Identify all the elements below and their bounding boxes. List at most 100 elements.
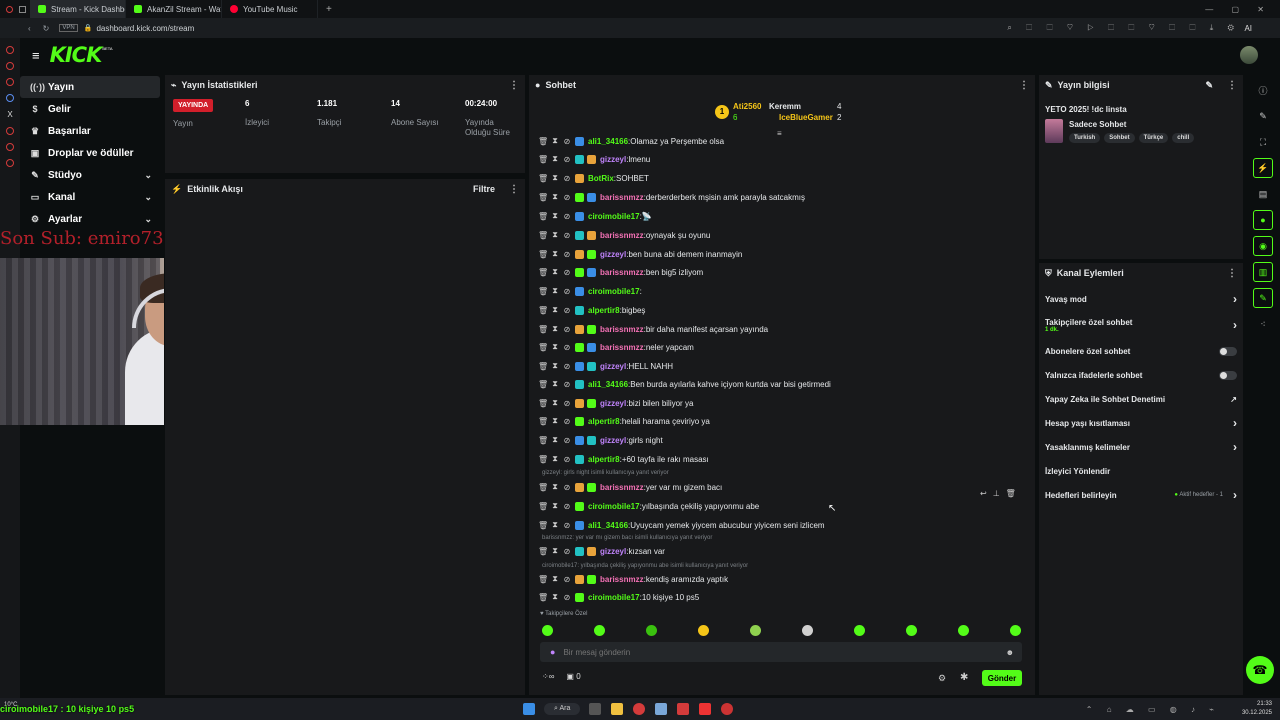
chat-input-box[interactable]: ● ☻ [540, 642, 1022, 662]
chat-message[interactable]: 🗑 ⧗ ⊘ barissnmzz: derberderberk mşisin amk … [536, 190, 805, 204]
chat-username[interactable]: gizzeyl [600, 362, 626, 371]
timeout-icon[interactable]: ⧗ [550, 435, 560, 445]
chevron-right-icon[interactable]: › [1233, 318, 1237, 332]
chat-message[interactable]: 🗑 ⧗ ⊘ ciroimobile17: 📡 [536, 209, 652, 223]
emote-icon[interactable] [802, 625, 813, 636]
filter-button[interactable]: Filtre [473, 184, 495, 194]
nav-item-gelir[interactable]: $ Gelir [20, 98, 160, 120]
sidebar-app-icon[interactable] [6, 46, 14, 54]
app-taskbar-icon[interactable] [721, 703, 734, 715]
share-icon[interactable]: ⁖ [1253, 314, 1273, 334]
chat-username[interactable]: gizzeyl [600, 436, 626, 445]
chat-username[interactable]: barissnmzz [600, 325, 644, 334]
chevron-right-icon[interactable]: › [1233, 292, 1237, 306]
timeout-icon[interactable]: ⧗ [550, 305, 560, 315]
chat-message[interactable]: 🗑 ⧗ ⊘ alpertir8: helali harama çeviriyo ya [536, 414, 710, 428]
sidebar-app-icon[interactable] [6, 159, 14, 167]
ban-icon[interactable]: ⊘ [562, 575, 572, 584]
timeout-icon[interactable]: ⧗ [550, 211, 560, 221]
ban-icon[interactable]: ⊘ [562, 231, 572, 240]
emote-icon[interactable] [906, 625, 917, 636]
emoji-icon[interactable]: ☻ [1006, 648, 1014, 657]
ban-icon[interactable]: ⊘ [562, 399, 572, 408]
ban-icon[interactable]: ⊘ [562, 137, 572, 146]
x-twitter-icon[interactable]: X [0, 110, 20, 119]
app-taskbar-icon[interactable] [699, 703, 712, 715]
delete-icon[interactable]: 🗑 [538, 250, 548, 259]
chat-message[interactable]: 🗑 ⧗ ⊘ gizzeyl: kızsan var [536, 544, 665, 558]
chat-message[interactable]: 🗑 ⧗ ⊘ gizzeyl: bizi bilen biliyor ya [536, 396, 693, 410]
ban-icon[interactable]: ⊘ [562, 343, 572, 352]
chat-message[interactable]: 🗑 ⧗ ⊘ barissnmzz: ben big5 izliyom [536, 265, 703, 279]
delete-icon[interactable]: 🗑 [538, 417, 548, 426]
ban-icon[interactable]: ⊘ [562, 417, 572, 426]
timeout-icon[interactable]: ⧗ [550, 249, 560, 259]
file-explorer-icon[interactable] [611, 703, 624, 715]
timeout-icon[interactable]: ⧗ [550, 482, 560, 492]
chat-username[interactable]: alpertir8 [588, 455, 620, 464]
chat-username[interactable]: BotRix [588, 174, 614, 183]
emote-icon[interactable] [750, 625, 761, 636]
nav-item-yayin[interactable]: ((·)) Yayın [20, 76, 160, 98]
chat-message[interactable]: 🗑 ⧗ ⊘ barissnmzz: kendiş aramızda yaptık [536, 572, 728, 586]
timeout-icon[interactable]: ⧗ [550, 454, 560, 464]
window-buttons[interactable]: — ▢ ✕ [1205, 5, 1272, 14]
chat-message[interactable]: 🗑 ⧗ ⊘ BotRix: SOHBET [536, 171, 649, 185]
ban-icon[interactable]: ⊘ [562, 268, 572, 277]
timeout-icon[interactable]: ⧗ [550, 361, 560, 371]
emote-icon[interactable] [698, 625, 709, 636]
channel-action-7[interactable]: İzleyici Yönlendir [1039, 459, 1243, 483]
chat-message[interactable]: 🗑 ⧗ ⊘ ali1_34166: Ben burda ayılarla kahve … [536, 377, 831, 391]
pin-icon[interactable]: ⊥ [993, 489, 1000, 503]
emote-icon[interactable] [594, 625, 605, 636]
delete-icon[interactable]: 🗑 [538, 343, 548, 352]
url-field[interactable]: dashboard.kick.com/stream [96, 24, 194, 33]
delete-icon[interactable]: 🗑 [538, 593, 548, 602]
delete-icon[interactable]: 🗑 [538, 502, 548, 511]
kebab-menu-icon[interactable]: ⋮ [509, 80, 519, 91]
channel-action-0[interactable]: Yavaş mod › [1039, 287, 1243, 311]
chat-username[interactable]: ciroimobile17 [588, 212, 640, 221]
kebab-menu-icon[interactable]: ⋮ [1227, 80, 1237, 91]
delete-icon[interactable]: 🗑 [538, 325, 548, 334]
timeout-icon[interactable]: ⧗ [550, 379, 560, 389]
timeout-icon[interactable]: ⧗ [550, 592, 560, 602]
chat-username[interactable]: alpertir8 [588, 306, 620, 315]
channel-action-1[interactable]: Takipçilere özel sohbet 1 dk. › [1039, 311, 1243, 339]
delete-icon[interactable]: 🗑 [538, 575, 548, 584]
delete-icon[interactable]: 🗑 [1006, 489, 1016, 503]
emote-icon[interactable] [1010, 625, 1021, 636]
timeout-icon[interactable]: ⧗ [550, 416, 560, 426]
reload-icon[interactable]: ↻ [43, 24, 50, 33]
nav-item-studyo[interactable]: ✎ Stüdyo ⌄ [20, 164, 160, 186]
ban-icon[interactable]: ⊘ [562, 436, 572, 445]
chat-username[interactable]: barissnmzz [600, 268, 644, 277]
channel-action-2[interactable]: Abonelere özel sohbet [1039, 339, 1243, 363]
browser-toolbar-icons[interactable]: ⌕ ⬚ ⬚ ♡ ▷ ⬚ ⬚ ♡ ⬚ ⬚ ⤓ ⚙ [1007, 23, 1240, 33]
app-taskbar-icon[interactable] [677, 703, 690, 715]
timeout-icon[interactable]: ⧗ [550, 173, 560, 183]
emote-icon[interactable] [958, 625, 969, 636]
fullscreen-icon[interactable]: ⛶ [1253, 132, 1273, 152]
chat-username[interactable]: ciroimobile17 [588, 593, 640, 602]
taskbar-search[interactable]: ⌕ Ara [544, 703, 581, 715]
clipboard-icon[interactable]: ▤ [1253, 184, 1273, 204]
browser-tab-akanzil[interactable]: AkanZil Stream - Watch Li [126, 0, 222, 18]
ban-icon[interactable]: ⊘ [562, 521, 572, 530]
chat-username[interactable]: barissnmzz [600, 575, 644, 584]
windows-start-icon[interactable] [523, 703, 535, 715]
chat-message[interactable]: 🗑 ⧗ ⊘ ali1_34166: Uyuycam yemek yiycem abuc… [536, 518, 825, 532]
browser-tab-youtube-music[interactable]: YouTube Music [222, 0, 318, 18]
ban-icon[interactable]: ⊘ [562, 483, 572, 492]
chevron-right-icon[interactable]: › [1233, 488, 1237, 502]
delete-icon[interactable]: 🗑 [538, 521, 548, 530]
emote-icon[interactable] [542, 625, 553, 636]
timeout-icon[interactable]: ⧗ [550, 546, 560, 556]
timeout-icon[interactable]: ⧗ [550, 192, 560, 202]
system-clock[interactable]: 21:33 30.12.2025 [1242, 700, 1272, 718]
stack-icon[interactable]: ▥ [1253, 262, 1273, 282]
task-view-icon[interactable] [589, 703, 602, 715]
ban-icon[interactable]: ⊘ [562, 287, 572, 296]
ban-icon[interactable]: ⊘ [562, 362, 572, 371]
chat-message[interactable]: 🗑 ⧗ ⊘ alpertir8: bigbeş [536, 303, 645, 317]
